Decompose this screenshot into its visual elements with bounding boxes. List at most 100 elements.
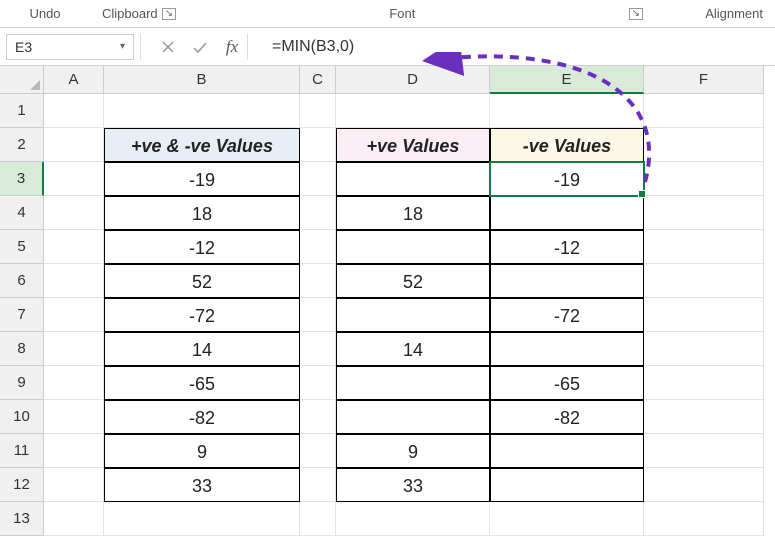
row-header[interactable]: 10 [0,400,44,434]
cell[interactable] [300,94,336,128]
cell[interactable] [490,332,644,366]
cell[interactable]: -82 [104,400,300,434]
cell[interactable] [104,502,300,536]
cell[interactable] [644,298,764,332]
cell[interactable] [44,128,104,162]
cell[interactable] [336,366,490,400]
col-header-b[interactable]: B [104,66,300,94]
row-header[interactable]: 3 [0,162,44,196]
col-header-f[interactable]: F [644,66,764,94]
header-negative[interactable]: -ve Values [490,128,644,162]
col-header-c[interactable]: C [300,66,336,94]
row-header[interactable]: 5 [0,230,44,264]
ribbon-font[interactable]: Font [188,6,617,21]
cell[interactable]: 9 [336,434,490,468]
cell[interactable] [300,468,336,502]
cell[interactable] [300,128,336,162]
cell-selected[interactable]: -19 [490,162,644,196]
cell[interactable] [490,468,644,502]
cell[interactable] [336,94,490,128]
cell[interactable]: 52 [104,264,300,298]
row-header[interactable]: 13 [0,502,44,536]
dialog-launcher-icon[interactable]: ↘ [629,8,643,20]
cell[interactable] [300,332,336,366]
cell[interactable] [644,366,764,400]
cell[interactable] [490,196,644,230]
cell[interactable]: -72 [490,298,644,332]
cell[interactable] [44,366,104,400]
col-header-d[interactable]: D [336,66,490,94]
ribbon-undo[interactable]: Undo [0,6,90,21]
cell[interactable] [300,298,336,332]
cell[interactable] [300,196,336,230]
row-header[interactable]: 11 [0,434,44,468]
cell[interactable] [44,434,104,468]
cell[interactable]: 9 [104,434,300,468]
cell[interactable] [336,162,490,196]
select-all-corner[interactable] [0,66,44,94]
cell[interactable] [644,434,764,468]
ribbon-font-launcher[interactable]: ↘ [617,8,655,20]
chevron-down-icon[interactable]: ▾ [120,41,125,52]
cell[interactable] [336,502,490,536]
cell[interactable]: 33 [104,468,300,502]
header-all-values[interactable]: +ve & -ve Values [104,128,300,162]
cell[interactable]: 18 [104,196,300,230]
cell[interactable] [44,264,104,298]
row-header[interactable]: 4 [0,196,44,230]
row-header[interactable]: 8 [0,332,44,366]
enter-icon[interactable] [191,40,209,54]
row-header[interactable]: 2 [0,128,44,162]
row-header[interactable]: 9 [0,366,44,400]
cell[interactable] [644,128,764,162]
cell[interactable] [104,94,300,128]
cell[interactable] [300,400,336,434]
cell[interactable] [490,434,644,468]
cell[interactable]: -19 [104,162,300,196]
cell[interactable] [44,468,104,502]
cell[interactable] [490,264,644,298]
cell[interactable] [44,298,104,332]
cell[interactable] [644,400,764,434]
cell[interactable] [336,400,490,434]
cell[interactable] [300,230,336,264]
cell[interactable] [644,196,764,230]
col-header-e[interactable]: E [490,66,644,94]
cell[interactable] [44,400,104,434]
cell[interactable] [644,332,764,366]
cell[interactable] [490,94,644,128]
name-box[interactable]: E3 ▾ [6,34,134,60]
cell[interactable] [644,230,764,264]
cell[interactable] [44,230,104,264]
cell[interactable] [644,162,764,196]
cell[interactable] [44,94,104,128]
cell[interactable]: 33 [336,468,490,502]
cell[interactable] [644,468,764,502]
cell[interactable] [644,94,764,128]
cell[interactable]: 52 [336,264,490,298]
col-header-a[interactable]: A [44,66,104,94]
cell[interactable] [44,502,104,536]
cell[interactable]: -12 [490,230,644,264]
ribbon-clipboard[interactable]: Clipboard ↘ [90,6,188,21]
cell[interactable]: 14 [336,332,490,366]
cell[interactable] [44,332,104,366]
cell[interactable] [44,162,104,196]
cell[interactable] [300,162,336,196]
row-header[interactable]: 12 [0,468,44,502]
cell[interactable] [644,502,764,536]
fx-icon[interactable]: fx [223,37,241,57]
cell[interactable] [44,196,104,230]
cell[interactable] [644,264,764,298]
cell[interactable] [300,264,336,298]
cell[interactable]: -12 [104,230,300,264]
ribbon-alignment[interactable]: Alignment [655,6,775,21]
cell[interactable]: -82 [490,400,644,434]
cell[interactable]: 14 [104,332,300,366]
cell[interactable] [300,502,336,536]
formula-input[interactable] [272,34,769,60]
row-header[interactable]: 6 [0,264,44,298]
cell[interactable] [490,502,644,536]
header-positive[interactable]: +ve Values [336,128,490,162]
cell[interactable] [300,434,336,468]
